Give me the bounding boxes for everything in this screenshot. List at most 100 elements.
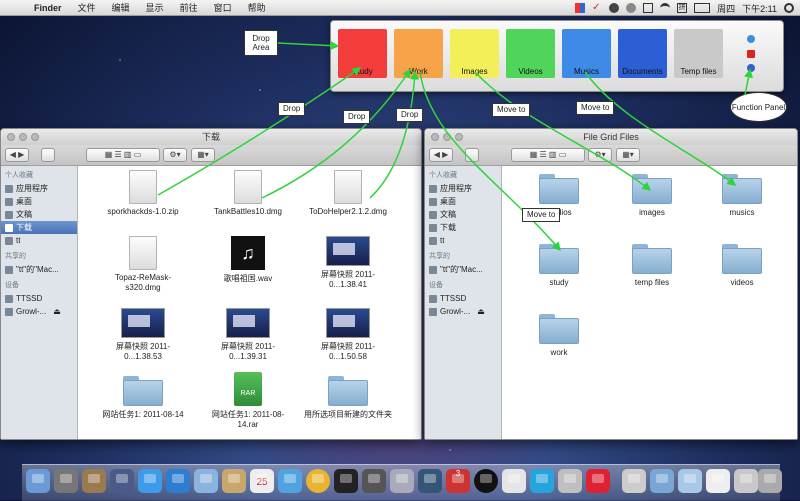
folder-item-temp-files[interactable]: temp files (607, 244, 697, 288)
sidebar-item-ttssd[interactable]: TTSSD (1, 292, 77, 305)
file-item[interactable]: TankBattles10.dmg (203, 170, 293, 217)
sidebar-item-ttssd[interactable]: TTSSD (425, 292, 501, 305)
launchpad-icon[interactable] (54, 469, 78, 493)
minimize-button[interactable] (443, 133, 451, 141)
tile-videos[interactable]: Videos (506, 29, 555, 78)
app-icon[interactable] (502, 469, 526, 493)
sidebar-item-downloads[interactable]: 下载 (425, 221, 501, 234)
sidebar-item-applications[interactable]: 应用程序 (1, 182, 77, 195)
app-icon[interactable] (306, 469, 330, 493)
action-gear-button[interactable]: ⚙▾ (163, 148, 187, 162)
tile-study[interactable]: Study (338, 29, 387, 78)
menu-edit[interactable]: 编辑 (104, 1, 138, 14)
close-button[interactable] (431, 133, 439, 141)
sidebar-item-growl[interactable]: Growl-... ⏏ (1, 305, 77, 318)
calendar-icon[interactable]: 25 (250, 469, 274, 493)
folder-item-work[interactable]: work (514, 314, 604, 358)
app-icon[interactable] (530, 469, 554, 493)
tile-temp-files[interactable]: Temp files (674, 29, 723, 78)
battery-icon[interactable] (694, 3, 711, 13)
view-mode-buttons[interactable]: ▦ ☰ ▥ ▭ (511, 148, 585, 162)
folder-item-musics[interactable]: musics (697, 174, 787, 218)
check-icon[interactable]: ✓ (592, 3, 602, 13)
sidebar-item-home[interactable]: tt (425, 234, 501, 247)
action-gear-button[interactable]: ⚙▾ (588, 148, 612, 162)
folder-stack-icon[interactable] (650, 469, 674, 493)
zoom-button[interactable] (455, 133, 463, 141)
menu-help[interactable]: 帮助 (240, 1, 274, 14)
window-titlebar[interactable]: File Grid Files (425, 129, 797, 145)
folder-item-images[interactable]: images (607, 174, 697, 218)
sidebar-item-applications[interactable]: 应用程序 (425, 182, 501, 195)
info-icon[interactable] (747, 64, 755, 72)
network-icon[interactable] (609, 3, 620, 13)
document-stack-icon[interactable] (622, 469, 646, 493)
sidebar-item-shared-mac[interactable]: "tt"的"Mac... (1, 263, 77, 276)
trash-icon[interactable] (758, 469, 782, 493)
file-item[interactable]: Topaz-ReMask-s320.dmg (98, 236, 188, 293)
window-titlebar[interactable]: 下载 (1, 129, 421, 145)
clock-day[interactable]: 周四 (717, 2, 735, 15)
settings-icon[interactable] (747, 35, 755, 43)
document-stack-icon[interactable] (734, 469, 758, 493)
mail-icon[interactable] (194, 469, 218, 493)
folder-item-study[interactable]: study (514, 244, 604, 288)
document-stack-icon[interactable] (706, 469, 730, 493)
notification-badge-icon[interactable]: 3 (446, 469, 470, 493)
file-item[interactable]: RAR 网站任务1: 2011-08-14.rar (203, 372, 293, 430)
downloads-stack-icon[interactable] (678, 469, 702, 493)
sidebar-item-desktop[interactable]: 桌面 (425, 195, 501, 208)
file-item[interactable]: 屏幕快照 2011-0...1.50.58 (303, 308, 393, 362)
menu-finder[interactable]: Finder (26, 3, 70, 13)
quick-look-button[interactable] (41, 148, 55, 162)
back-forward-buttons[interactable]: ◀ ▶ (429, 148, 453, 162)
back-forward-buttons[interactable]: ◀ ▶ (5, 148, 29, 162)
arrange-button[interactable]: ▦▾ (616, 148, 640, 162)
tile-musics[interactable]: Musics (562, 29, 611, 78)
sidebar-item-shared-mac[interactable]: "tt"的"Mac... (425, 263, 501, 276)
quick-look-button[interactable] (465, 148, 479, 162)
sidebar-item-documents[interactable]: 文稿 (425, 208, 501, 221)
file-item[interactable]: ♫ 歌唱祖国.wav (203, 236, 293, 284)
file-grid-status-icon[interactable] (575, 3, 586, 13)
file-item[interactable]: 屏幕快照 2011-0...1.38.41 (303, 236, 393, 290)
tile-images[interactable]: Images (450, 29, 499, 78)
menu-view[interactable]: 显示 (138, 1, 172, 14)
sidebar-item-documents[interactable]: 文稿 (1, 208, 77, 221)
close-icon[interactable] (747, 50, 755, 58)
file-item[interactable]: 屏幕快照 2011-0...1.39.31 (203, 308, 293, 362)
tile-documents[interactable]: Documents (618, 29, 667, 78)
time-machine-icon[interactable] (626, 3, 637, 13)
zoom-button[interactable] (31, 133, 39, 141)
file-item[interactable]: 网站任务1: 2011-08-14 (98, 376, 188, 420)
file-item[interactable]: 屏幕快照 2011-0...1.38.53 (98, 308, 188, 362)
eject-icon[interactable]: ⏏ (53, 305, 61, 318)
qq-icon[interactable] (474, 469, 498, 493)
sidebar-item-downloads[interactable]: 下载 (1, 221, 77, 234)
app-icon[interactable] (586, 469, 610, 493)
file-item[interactable]: 用所选项目新建的文件夹 (303, 376, 393, 420)
address-book-icon[interactable] (222, 469, 246, 493)
app-icon[interactable] (82, 469, 106, 493)
safari-icon[interactable] (166, 469, 190, 493)
app-icon[interactable] (558, 469, 582, 493)
menu-go[interactable]: 前往 (172, 1, 206, 14)
arrange-button[interactable]: ▦▾ (191, 148, 215, 162)
mission-control-icon[interactable] (110, 469, 134, 493)
terminal-icon[interactable] (334, 469, 358, 493)
view-mode-buttons[interactable]: ▦ ☰ ▥ ▭ (86, 148, 160, 162)
close-button[interactable] (7, 133, 15, 141)
file-item[interactable]: sporkhackds-1.0.zip (98, 170, 188, 217)
app-icon[interactable] (418, 469, 442, 493)
tile-work[interactable]: Work (394, 29, 443, 78)
clock-time[interactable]: 下午2:11 (742, 2, 777, 15)
wifi-icon[interactable] (660, 3, 671, 13)
eject-icon[interactable]: ⏏ (477, 305, 485, 318)
file-item[interactable]: ToDoHelper2.1.2.dmg (303, 170, 393, 217)
xcode-icon[interactable] (362, 469, 386, 493)
app-icon[interactable] (390, 469, 414, 493)
menu-window[interactable]: 窗口 (206, 1, 240, 14)
input-method-icon[interactable]: 拼 (677, 3, 688, 13)
app-store-icon[interactable] (138, 469, 162, 493)
minimize-button[interactable] (19, 133, 27, 141)
